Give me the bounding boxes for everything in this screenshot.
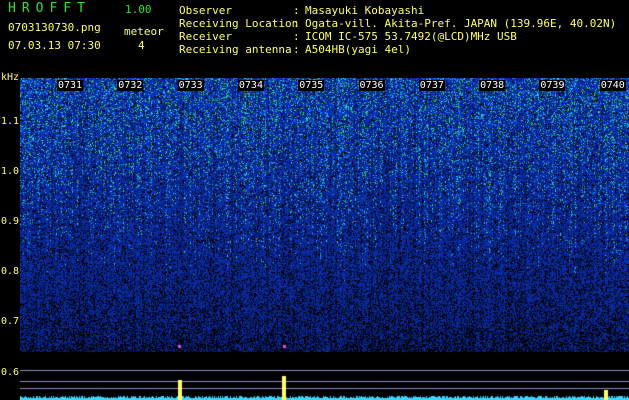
antenna-colon: :: [293, 43, 300, 56]
location-label: Receiving Location: [179, 17, 299, 30]
y-axis-unit: kHz: [1, 72, 20, 83]
time-tick-label: 0734: [237, 80, 264, 91]
antenna-value: A504HB(yagi 4el): [305, 43, 411, 56]
time-tick-label: 0739: [539, 80, 566, 91]
app-version: 1.00: [125, 3, 152, 16]
location-value: Ogata-vill. Akita-Pref. JAPAN (139.96E, …: [305, 17, 617, 30]
y-tick-label: 0.6: [1, 367, 20, 378]
time-tick-label: 0736: [358, 80, 385, 91]
y-tick-label: 1.1: [1, 116, 20, 127]
time-tick-label: 0738: [479, 80, 506, 91]
y-tick-label: 0.7: [1, 316, 20, 327]
time-tick-label: 0737: [418, 80, 445, 91]
y-tick-label: 0.9: [1, 216, 20, 227]
hrofft-window: HROFFT 1.00 0703130730.png meteor 4 07.0…: [0, 0, 629, 400]
antenna-label: Receiving antenna: [179, 43, 292, 56]
observer-colon: :: [293, 4, 300, 17]
time-tick-label: 0740: [599, 80, 626, 91]
spectrogram: [20, 78, 629, 400]
file-name: 0703130730.png: [8, 21, 101, 34]
app-title: HROFFT: [8, 1, 91, 16]
time-tick-label: 0735: [298, 80, 325, 91]
date-time: 07.03.13 07:30: [8, 39, 101, 52]
location-colon: :: [293, 17, 300, 30]
receiver-value: ICOM IC-575 53.7492(@LCD)MHz USB: [305, 30, 517, 43]
y-tick-label: 1.0: [1, 166, 20, 177]
meteor-count: 4: [138, 39, 145, 52]
receiver-colon: :: [293, 30, 300, 43]
time-tick-label: 0733: [177, 80, 204, 91]
time-tick-label: 0731: [57, 80, 84, 91]
observer-value: Masayuki Kobayashi: [305, 4, 425, 17]
observer-label: Observer: [179, 4, 232, 17]
meteor-label: meteor: [124, 25, 164, 38]
time-tick-label: 0732: [117, 80, 144, 91]
receiver-label: Receiver: [179, 30, 232, 43]
y-tick-label: 0.8: [1, 266, 20, 277]
